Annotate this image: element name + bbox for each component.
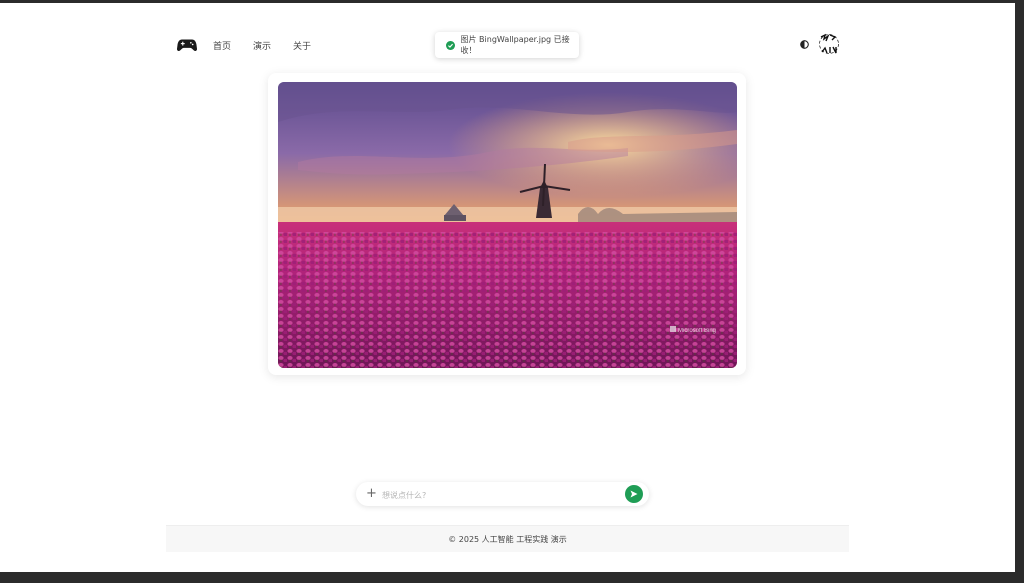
nav-item-demo[interactable]: 演示 bbox=[253, 39, 271, 52]
check-circle-icon bbox=[446, 40, 455, 50]
wallpaper-image[interactable]: Microsoft Bing bbox=[278, 82, 737, 368]
chat-input-bar: + bbox=[356, 482, 649, 506]
nav-item-about[interactable]: 关于 bbox=[293, 39, 311, 52]
page-viewport: 首页 演示 关于 图片 BingWallpaper.jpg 已接收！ Micro… bbox=[0, 3, 1015, 572]
window-bottom-edge bbox=[0, 572, 1024, 583]
watermark: Microsoft Bing bbox=[678, 328, 716, 334]
nav-item-home[interactable]: 首页 bbox=[213, 39, 231, 52]
upload-toast: 图片 BingWallpaper.jpg 已接收！ bbox=[435, 32, 579, 58]
theme-toggle-icon[interactable] bbox=[800, 40, 809, 49]
chat-input[interactable] bbox=[380, 486, 620, 504]
window-right-edge bbox=[1015, 0, 1024, 583]
main-nav: 首页 演示 关于 bbox=[213, 39, 311, 52]
gamepad-icon[interactable] bbox=[176, 34, 198, 56]
toast-message: 图片 BingWallpaper.jpg 已接收！ bbox=[460, 35, 570, 55]
site-footer: © 2025 人工智能 工程实践 演示 bbox=[166, 525, 849, 552]
footer-text: © 2025 人工智能 工程实践 演示 bbox=[448, 535, 567, 544]
add-attachment-button[interactable]: + bbox=[366, 485, 377, 502]
avatar[interactable] bbox=[818, 33, 840, 55]
send-button[interactable] bbox=[625, 485, 643, 503]
avatar-logo-icon bbox=[819, 33, 839, 54]
send-arrow-icon bbox=[630, 490, 638, 498]
image-card: Microsoft Bing bbox=[268, 73, 746, 375]
